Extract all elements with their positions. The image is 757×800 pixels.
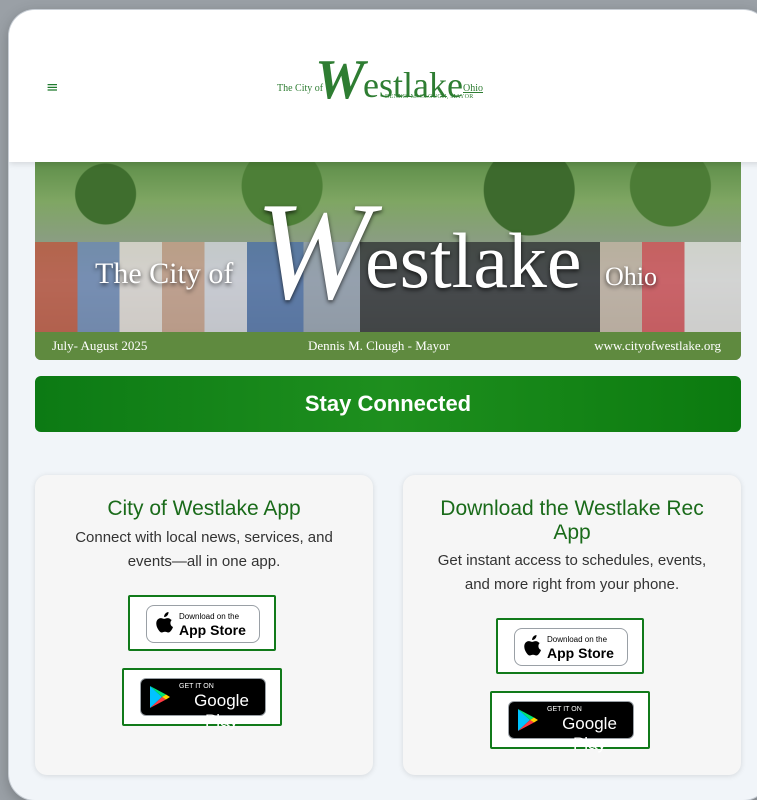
apple-icon (524, 635, 541, 656)
card-description: Get instant access to schedules, events,… (437, 552, 707, 593)
appstore-big-text: App Store (179, 622, 246, 638)
google-play-icon (150, 686, 170, 708)
westlake-rec-app-card: Download the Westlake Rec App Get instan… (403, 475, 741, 775)
newsletter-banner: The City of W estlake Ohio July- August … (35, 162, 741, 360)
app-screen: ≡ The City of W estlake Ohio DENNIS M. C… (9, 10, 757, 800)
google-play-icon (518, 709, 538, 731)
app-store-button[interactable]: Download on the App Store (146, 605, 260, 643)
googleplay-small-text: GET IT ON (179, 683, 214, 690)
apple-icon (156, 612, 173, 633)
westlake-app-card: City of Westlake App Connect with local … (35, 475, 373, 775)
city-logo[interactable]: The City of W estlake Ohio DENNIS M. CLO… (275, 49, 505, 111)
banner-title-word: estlake (365, 217, 582, 304)
googleplay-big-text: Google Play (194, 691, 249, 730)
header-bar: ≡ The City of W estlake Ohio DENNIS M. C… (9, 10, 757, 162)
googleplay-small-text: GET IT ON (547, 706, 582, 713)
card-title: City of Westlake App (107, 497, 301, 520)
stay-connected-heading: Stay Connected (35, 376, 741, 432)
google-play-button[interactable]: GET IT ON Google Play (508, 701, 634, 753)
app-store-button[interactable]: Download on the App Store (514, 628, 628, 666)
banner-title-w: W (255, 174, 372, 329)
banner-info-strip: July- August 2025 Dennis M. Clough - May… (35, 332, 741, 360)
appstore-small-text: Download on the (547, 635, 608, 644)
appstore-big-text: App Store (547, 645, 614, 661)
appstore-frame: Download on the App Store (496, 618, 644, 674)
card-title: Download the Westlake Rec App (440, 497, 704, 544)
banner-title: The City of W estlake Ohio (35, 182, 741, 322)
google-play-button[interactable]: GET IT ON Google Play (140, 678, 266, 730)
appstore-small-text: Download on the (179, 612, 240, 621)
banner-title-prefix: The City of (95, 257, 234, 290)
hamburger-menu-icon[interactable]: ≡ (46, 80, 60, 95)
banner-issue-date: July- August 2025 (52, 338, 148, 353)
appstore-frame: Download on the App Store (128, 595, 276, 651)
banner-mayor: Dennis M. Clough - Mayor (308, 338, 450, 353)
logo-w: W (315, 49, 365, 111)
banner-website: www.cityofwestlake.org (594, 338, 721, 353)
googleplay-big-text: Google Play (562, 714, 617, 753)
googleplay-frame: GET IT ON Google Play (122, 668, 282, 730)
card-description: Connect with local news, services, and e… (75, 529, 333, 570)
googleplay-frame: GET IT ON Google Play (490, 691, 650, 753)
banner-title-suffix: Ohio (605, 262, 657, 291)
logo-suffix: Ohio (463, 83, 483, 94)
logo-mayor: DENNIS M. CLOUGH, MAYOR (385, 94, 474, 100)
